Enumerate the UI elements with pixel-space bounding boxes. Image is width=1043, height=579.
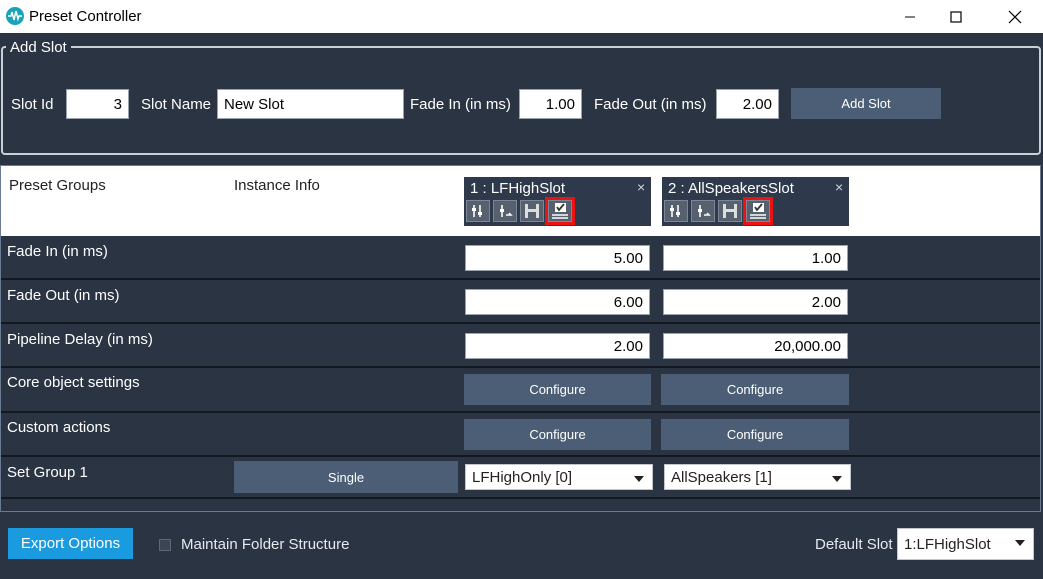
save-icon[interactable] xyxy=(520,200,544,222)
row-divider xyxy=(1,278,1040,280)
row-divider xyxy=(1,497,1040,499)
add-slot-button[interactable]: Add Slot xyxy=(791,88,941,119)
slot-1-core-configure-button[interactable]: Configure xyxy=(464,374,651,405)
save-icon[interactable] xyxy=(718,200,742,222)
minimize-icon[interactable] xyxy=(887,0,933,33)
slot-title: 2 : AllSpeakersSlot xyxy=(668,180,794,197)
add-slot-legend: Add Slot xyxy=(6,39,71,56)
default-slot-label: Default Slot xyxy=(815,536,893,553)
maintain-folder-label: Maintain Folder Structure xyxy=(181,536,350,553)
slot-1-pipeline-delay-input[interactable] xyxy=(465,333,650,359)
instance-info-header: Instance Info xyxy=(234,177,320,194)
slot-id-label: Slot Id xyxy=(11,96,54,113)
default-slot-dropdown[interactable]: 1:LFHighSlot xyxy=(897,528,1034,560)
slot-2-group-dropdown[interactable]: AllSpeakers [1] xyxy=(664,464,851,490)
row-label-core-settings: Core object settings xyxy=(7,374,140,391)
mixer-arrow-icon[interactable] xyxy=(691,200,715,222)
preset-groups-header: Preset Groups xyxy=(9,177,106,194)
title-bar: Preset Controller xyxy=(0,0,1043,33)
slot-card-1: 1 : LFHighSlot × xyxy=(464,177,651,226)
slot-2-core-configure-button[interactable]: Configure xyxy=(661,374,849,405)
row-label-set-group: Set Group 1 xyxy=(7,464,88,481)
row-label-fade-in: Fade In (in ms) xyxy=(7,243,108,260)
mixer-arrow-icon[interactable] xyxy=(493,200,517,222)
slot-2-pipeline-delay-input[interactable] xyxy=(663,333,848,359)
dropdown-value: LFHighOnly [0] xyxy=(472,468,573,486)
row-divider xyxy=(1,411,1040,413)
row-divider xyxy=(1,366,1040,368)
mixer-icon[interactable] xyxy=(466,200,490,222)
dropdown-value: 1:LFHighSlot xyxy=(904,535,991,553)
slot-1-fade-out-input[interactable] xyxy=(465,289,650,315)
chevron-down-icon xyxy=(1015,540,1025,546)
row-label-fade-out: Fade Out (in ms) xyxy=(7,287,120,304)
export-options-button[interactable]: Export Options xyxy=(8,528,133,559)
slot-2-fade-in-input[interactable] xyxy=(663,245,848,271)
close-window-icon[interactable] xyxy=(992,0,1038,33)
mixer-icon[interactable] xyxy=(664,200,688,222)
slot-id-input[interactable] xyxy=(66,89,129,119)
row-divider xyxy=(1,455,1040,457)
chevron-down-icon xyxy=(634,476,644,482)
row-label-custom-actions: Custom actions xyxy=(7,419,111,436)
fade-in-label: Fade In (in ms) xyxy=(410,96,511,113)
slot-1-custom-configure-button[interactable]: Configure xyxy=(464,419,651,450)
slot-card-2: 2 : AllSpeakersSlot × xyxy=(662,177,849,226)
maintain-folder-checkbox[interactable] xyxy=(159,539,171,551)
slot-2-custom-configure-button[interactable]: Configure xyxy=(661,419,849,450)
close-icon[interactable]: × xyxy=(637,179,645,195)
fade-out-input[interactable] xyxy=(716,89,779,119)
slot-name-label: Slot Name xyxy=(141,96,212,113)
single-button[interactable]: Single xyxy=(234,461,458,493)
slot-1-group-dropdown[interactable]: LFHighOnly [0] xyxy=(465,464,653,490)
slot-title: 1 : LFHighSlot xyxy=(470,180,566,197)
apply-preset-icon[interactable] xyxy=(743,197,773,225)
window-title: Preset Controller xyxy=(29,8,142,25)
row-divider xyxy=(1,322,1040,324)
fade-out-label: Fade Out (in ms) xyxy=(594,96,707,113)
fade-in-input[interactable] xyxy=(519,89,582,119)
close-icon[interactable]: × xyxy=(835,179,843,195)
row-label-pipeline-delay: Pipeline Delay (in ms) xyxy=(7,331,153,348)
maximize-icon[interactable] xyxy=(933,0,979,33)
slot-name-input[interactable] xyxy=(217,89,404,119)
dropdown-value: AllSpeakers [1] xyxy=(671,468,772,486)
slot-2-fade-out-input[interactable] xyxy=(663,289,848,315)
chevron-down-icon xyxy=(832,476,842,482)
slot-1-fade-in-input[interactable] xyxy=(465,245,650,271)
apply-preset-icon[interactable] xyxy=(545,197,575,225)
app-icon xyxy=(6,7,24,25)
